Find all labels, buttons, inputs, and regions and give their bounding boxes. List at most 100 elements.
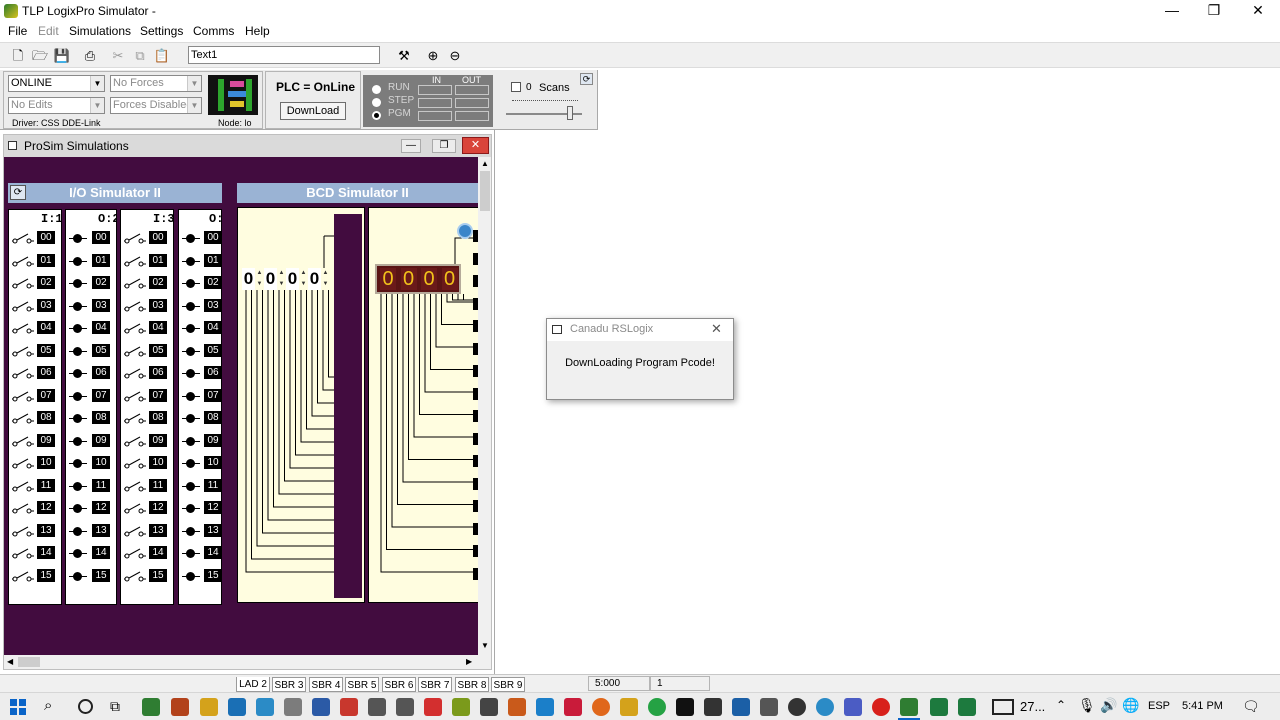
toggle-switch-icon[interactable] [12, 570, 34, 582]
toggle-switch-icon[interactable] [12, 300, 34, 312]
toggle-switch-icon[interactable] [124, 412, 146, 424]
app-icon[interactable] [816, 698, 834, 716]
text-field[interactable]: Text1 [188, 46, 380, 64]
microphone-icon[interactable]: 🎙 [1078, 697, 1096, 714]
toggle-switch-icon[interactable] [124, 435, 146, 447]
close-button[interactable]: ✕ [1236, 0, 1280, 22]
app-icon[interactable] [284, 698, 302, 716]
bcd-input-digit[interactable]: 0 [242, 268, 255, 290]
app-icon[interactable] [760, 698, 778, 716]
menu-comms[interactable]: Comms [193, 24, 234, 38]
program-tab[interactable]: SBR 7 [418, 677, 452, 692]
app-icon[interactable] [424, 698, 442, 716]
opera-icon[interactable] [872, 698, 890, 716]
tools-icon[interactable]: ⚒ [394, 46, 414, 66]
prosim-close-button[interactable]: ✕ [462, 137, 489, 154]
download-button[interactable]: DownLoad [280, 102, 346, 120]
menu-edit[interactable]: Edit [38, 24, 59, 38]
app-icon[interactable] [536, 698, 554, 716]
forces-enabled-select[interactable]: Forces Disabled ▼ [110, 97, 202, 114]
app-icon[interactable] [788, 698, 806, 716]
toggle-switch-icon[interactable] [12, 367, 34, 379]
bcd-input-digit[interactable]: 0 [264, 268, 277, 290]
globe-icon[interactable]: 🌐 [1122, 697, 1139, 714]
program-tab[interactable]: SBR 8 [455, 677, 489, 692]
chevron-up-icon[interactable]: ⌃ [1056, 698, 1066, 712]
taskbar-app-label[interactable]: 27... [1020, 699, 1045, 714]
open-folder-icon[interactable]: 🗁 [30, 46, 50, 66]
paste-icon[interactable]: 📋 [152, 46, 172, 66]
menu-simulations[interactable]: Simulations [69, 24, 131, 38]
scroll-right-icon[interactable]: ▶ [466, 657, 472, 666]
app-icon[interactable] [368, 698, 386, 716]
menu-settings[interactable]: Settings [140, 24, 183, 38]
cut-icon[interactable]: ✂ [108, 46, 128, 66]
toggle-switch-icon[interactable] [124, 255, 146, 267]
toggle-switch-icon[interactable] [124, 547, 146, 559]
scroll-left-icon[interactable]: ◀ [7, 657, 13, 666]
restore-button[interactable]: ❐ [1192, 0, 1236, 22]
plc-icon[interactable] [208, 75, 258, 115]
program-tab[interactable]: SBR 9 [491, 677, 525, 692]
app-icon[interactable] [312, 698, 330, 716]
scan-slider-thumb[interactable] [567, 106, 573, 120]
toggle-switch-icon[interactable] [12, 435, 34, 447]
app-icon[interactable] [676, 698, 694, 716]
toggle-switch-icon[interactable] [124, 277, 146, 289]
menu-file[interactable]: File [8, 24, 27, 38]
clock[interactable]: 5:41 PM [1182, 700, 1223, 712]
toggle-switch-icon[interactable] [12, 412, 34, 424]
toggle-switch-icon[interactable] [124, 300, 146, 312]
io-refresh-icon[interactable]: ⟳ [10, 185, 26, 200]
app-icon[interactable] [228, 698, 246, 716]
app-icon[interactable] [480, 698, 498, 716]
cortana-icon[interactable] [78, 699, 93, 714]
notifications-icon[interactable]: 🗨 [1242, 698, 1260, 715]
forces-select[interactable]: No Forces ▼ [110, 75, 202, 92]
language-indicator[interactable]: ESP [1148, 700, 1170, 712]
scroll-up-icon[interactable]: ▲ [481, 159, 489, 168]
app-icon[interactable] [452, 698, 470, 716]
teams-icon[interactable] [844, 698, 862, 716]
toggle-switch-icon[interactable] [12, 390, 34, 402]
program-tab[interactable]: SBR 5 [345, 677, 379, 692]
toggle-switch-icon[interactable] [124, 367, 146, 379]
program-tab[interactable]: SBR 6 [382, 677, 416, 692]
pgm-radio[interactable] [372, 111, 381, 120]
toggle-switch-icon[interactable] [124, 457, 146, 469]
program-tab[interactable]: LAD 2 [236, 677, 270, 692]
zoom-out-icon[interactable]: ⊖ [445, 46, 465, 66]
spinner-arrows-icon[interactable]: ▲ ▼ [256, 268, 263, 290]
toggle-switch-icon[interactable] [124, 345, 146, 357]
volume-icon[interactable]: 🔊 [1100, 697, 1117, 714]
scroll-down-icon[interactable]: ▼ [481, 641, 489, 650]
app-icon[interactable] [171, 698, 189, 716]
toggle-switch-icon[interactable] [12, 480, 34, 492]
spinner-arrows-icon[interactable]: ▲ ▼ [322, 268, 329, 290]
toggle-switch-icon[interactable] [124, 480, 146, 492]
toggle-switch-icon[interactable] [124, 390, 146, 402]
app-icon[interactable] [256, 698, 274, 716]
dialog-close-button[interactable]: ✕ [711, 321, 722, 337]
toggle-switch-icon[interactable] [12, 255, 34, 267]
windows-start-icon[interactable] [10, 699, 26, 715]
new-file-icon[interactable]: 🗋 [8, 46, 28, 66]
vertical-scroll-thumb[interactable] [480, 171, 490, 211]
copy-icon[interactable]: ⧉ [130, 46, 150, 66]
step-radio[interactable] [372, 98, 381, 107]
mode-select[interactable]: ONLINE ▼ [8, 75, 105, 92]
toggle-switch-icon[interactable] [12, 277, 34, 289]
horizontal-scroll-thumb[interactable] [18, 657, 40, 667]
firefox-icon[interactable] [592, 698, 610, 716]
zoom-in-icon[interactable]: ⊕ [423, 46, 443, 66]
toggle-switch-icon[interactable] [12, 457, 34, 469]
prosim-restore-button[interactable]: ❐ [432, 139, 456, 153]
toggle-switch-icon[interactable] [12, 547, 34, 559]
toggle-switch-icon[interactable] [12, 525, 34, 537]
save-icon[interactable]: 💾 [52, 46, 72, 66]
program-tab[interactable]: SBR 4 [309, 677, 343, 692]
edits-select[interactable]: No Edits ▼ [8, 97, 105, 114]
app-icon[interactable] [704, 698, 722, 716]
horizontal-scrollbar[interactable]: ◀ ▶ [4, 655, 479, 669]
spinner-arrows-icon[interactable]: ▲ ▼ [278, 268, 285, 290]
